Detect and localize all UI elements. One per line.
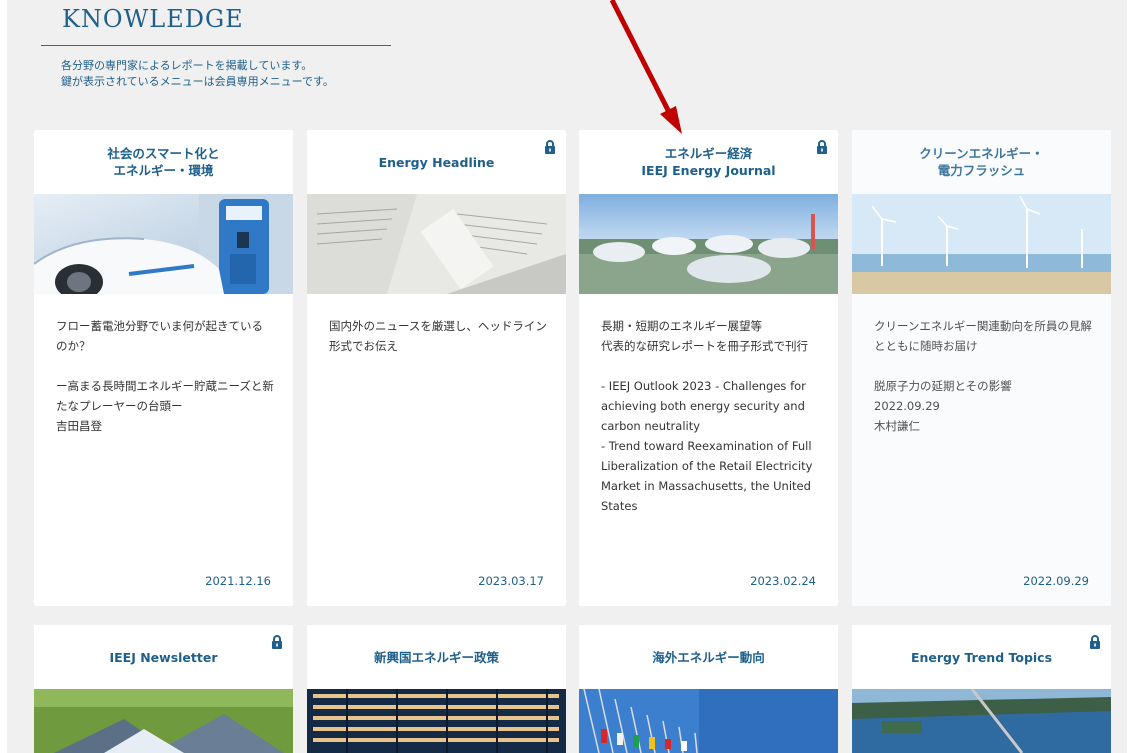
card-date: 2023.03.17: [478, 574, 544, 588]
card-title-line: 社会のスマート化と: [107, 146, 220, 161]
flags-image[interactable]: [579, 689, 838, 753]
card-title-line: エネルギー経済: [664, 146, 753, 161]
card-ieej-newsletter[interactable]: IEEJ Newsletter: [34, 625, 293, 753]
card-text: - IEEJ Outlook 2023 - Challenges for ach…: [601, 379, 806, 433]
card-title[interactable]: 新興国エネルギー政策: [307, 625, 566, 689]
card-date: 2021.12.16: [205, 574, 271, 588]
card-title-line: IEEJ Newsletter: [109, 649, 218, 665]
lock-icon: [817, 140, 827, 154]
card-date: 2022.09.29: [1023, 574, 1089, 588]
card-energy-trend-topics[interactable]: Energy Trend Topics: [852, 625, 1111, 753]
section-title: KNOWLEDGE: [62, 5, 244, 33]
card-emerging-countries-policy[interactable]: 新興国エネルギー政策: [307, 625, 566, 753]
solar-panels-image[interactable]: [34, 689, 293, 753]
card-author: 木村謙仁: [874, 419, 920, 433]
card-title-line: エネルギー・環境: [113, 163, 214, 178]
card-title-line: Energy Trend Topics: [910, 649, 1053, 665]
card-author: 吉田昌登: [56, 419, 102, 433]
card-text: 脱原子力の延期とその影響: [874, 379, 1012, 393]
intro-line-1: 各分野の専門家によるレポートを掲載しています。: [61, 59, 313, 72]
wind-turbines-image[interactable]: [852, 194, 1111, 294]
card-date: 2023.02.24: [750, 574, 816, 588]
card-description: 長期・短期のエネルギー展望等 代表的な研究レポートを冊子形式で刊行 - IEEJ…: [601, 316, 819, 516]
hydrogen-car-charging-image[interactable]: [34, 194, 293, 294]
card-clean-energy-flash[interactable]: クリーンエネルギー・ 電力フラッシュ クリーンエネルギー関連動向を所員の見解とと…: [852, 130, 1111, 606]
card-title-line: IEEJ Energy Journal: [641, 163, 776, 178]
card-energy-headline[interactable]: Energy Headline 国内外のニュースを厳選し、ヘッドライン形式でお伝…: [307, 130, 566, 606]
card-title[interactable]: 海外エネルギー動向: [579, 625, 838, 689]
card-title[interactable]: 社会のスマート化と エネルギー・環境: [34, 130, 293, 194]
lock-icon: [545, 140, 555, 154]
bridge-aerial-image[interactable]: [852, 689, 1111, 753]
card-ieej-energy-journal[interactable]: エネルギー経済 IEEJ Energy Journal 長期・短期のエネルギー展…: [579, 130, 838, 606]
title-underline: [41, 45, 391, 46]
card-title[interactable]: クリーンエネルギー・ 電力フラッシュ: [852, 130, 1111, 194]
knowledge-section: KNOWLEDGE 各分野の専門家によるレポートを掲載しています。 鍵が表示され…: [7, 0, 1127, 753]
card-title-line: 電力フラッシュ: [937, 163, 1026, 178]
card-text: ー高まる長時間エネルギー貯蔵ニーズと新たなプレーヤーの台頭ー: [56, 379, 274, 413]
card-title[interactable]: Energy Headline: [307, 130, 566, 194]
intro-line-2: 鍵が表示されているメニューは会員専用メニューです。: [61, 75, 334, 88]
card-title-line: クリーンエネルギー・: [919, 146, 1044, 161]
card-text: 国内外のニュースを厳選し、ヘッドライン形式でお伝え: [329, 319, 547, 353]
card-text: クリーンエネルギー関連動向を所員の見解とともに随時お届け: [874, 319, 1092, 353]
card-title-line: 新興国エネルギー政策: [373, 649, 499, 665]
card-text: 長期・短期のエネルギー展望等: [601, 319, 762, 333]
section-intro: 各分野の専門家によるレポートを掲載しています。 鍵が表示されているメニューは会員…: [61, 58, 334, 90]
lng-tanks-image[interactable]: [579, 194, 838, 294]
office-building-image[interactable]: [307, 689, 566, 753]
card-text: - Trend toward Reexamination of Full Lib…: [601, 439, 813, 513]
card-title[interactable]: IEEJ Newsletter: [34, 625, 293, 689]
card-title-line: Energy Headline: [378, 154, 495, 170]
card-title[interactable]: エネルギー経済 IEEJ Energy Journal: [579, 130, 838, 194]
card-overseas-energy-trends[interactable]: 海外エネルギー動向: [579, 625, 838, 753]
lock-icon: [1090, 635, 1100, 649]
card-title-line: 海外エネルギー動向: [652, 649, 765, 665]
lock-icon: [272, 635, 282, 649]
card-smart-society[interactable]: 社会のスマート化と エネルギー・環境 フロー蓄電池分野でいま何が起きているのか？…: [34, 130, 293, 606]
card-text: フロー蓄電池分野でいま何が起きているのか？: [56, 319, 263, 353]
card-description: 国内外のニュースを厳選し、ヘッドライン形式でお伝え: [329, 316, 547, 356]
newspapers-image[interactable]: [307, 194, 566, 294]
card-text: 代表的な研究レポートを冊子形式で刊行: [601, 339, 808, 353]
card-text: 2022.09.29: [874, 399, 940, 413]
card-title[interactable]: Energy Trend Topics: [852, 625, 1111, 689]
card-description: クリーンエネルギー関連動向を所員の見解とともに随時お届け 脱原子力の延期とその影…: [874, 316, 1092, 436]
card-description: フロー蓄電池分野でいま何が起きているのか？ ー高まる長時間エネルギー貯蔵ニーズと…: [56, 316, 274, 436]
